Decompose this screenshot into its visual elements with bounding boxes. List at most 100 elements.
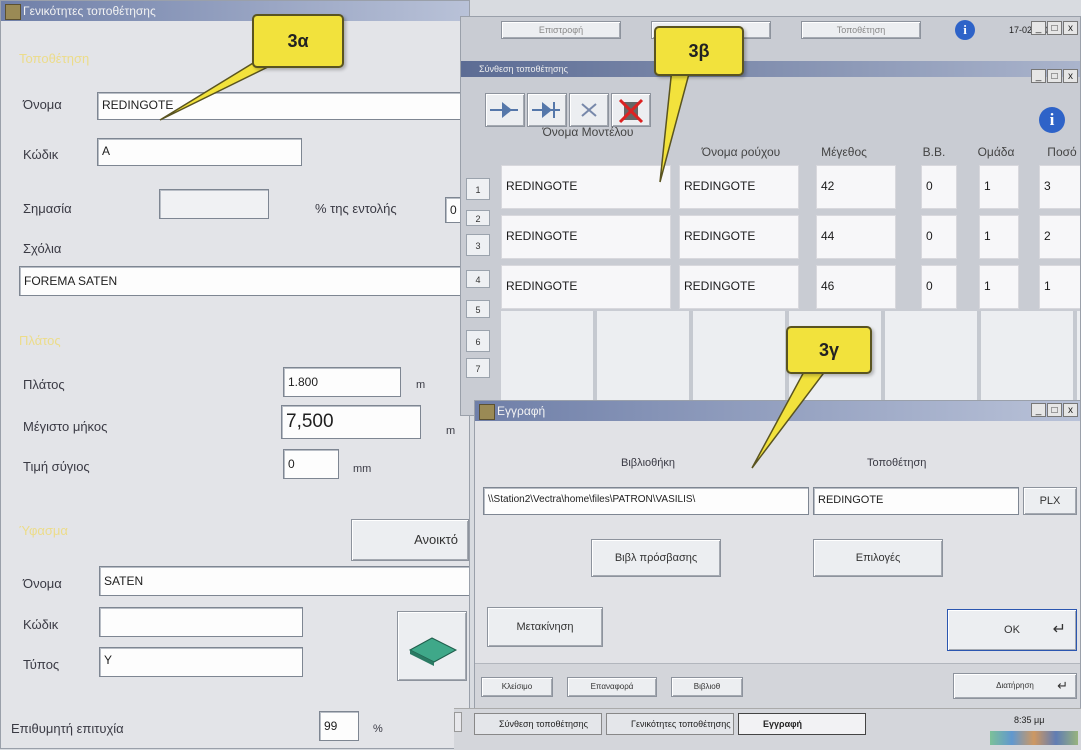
open-button[interactable]: Ανοικτό <box>351 519 469 561</box>
dialog-minimize-icon[interactable]: _ <box>1031 403 1046 417</box>
table-cell[interactable]: 1 <box>979 215 1019 259</box>
inner-maximize-icon[interactable]: □ <box>1047 69 1062 83</box>
table-cell[interactable]: 42 <box>816 165 896 209</box>
table-cell[interactable]: REDINGOTE <box>501 215 671 259</box>
section-width-heading: Πλάτος <box>19 333 61 348</box>
library-path-field[interactable]: \\Station2\Vectra\home\files\PATRON\VASI… <box>483 487 809 515</box>
info-icon[interactable]: i <box>955 20 975 40</box>
move-right-button[interactable] <box>485 93 525 127</box>
library-access-button[interactable]: Βιβλ πρόσβασης <box>591 539 721 577</box>
placement-name-field[interactable]: REDINGOTE <box>813 487 1019 515</box>
row-number[interactable]: 4 <box>466 270 490 288</box>
code-field[interactable]: A <box>97 138 302 166</box>
type-field[interactable]: Y <box>99 647 303 677</box>
maximize-icon[interactable]: □ <box>1047 21 1062 35</box>
table-cell[interactable]: REDINGOTE <box>501 165 671 209</box>
choices-button[interactable]: Επιλογές <box>813 539 943 577</box>
row-number[interactable]: 7 <box>466 358 490 378</box>
arrow-end-icon <box>532 102 560 118</box>
efficiency-field[interactable]: 99 <box>319 711 359 741</box>
outer-window-buttons: _ □ x <box>1031 21 1078 35</box>
close-icon[interactable]: x <box>1063 21 1078 35</box>
inner-window-buttons: _ □ x <box>1031 69 1078 83</box>
fabric-code-field[interactable] <box>99 607 303 637</box>
callout-3c: 3γ <box>786 326 872 374</box>
name-field[interactable]: REDINGOTE <box>97 92 469 120</box>
marking-field[interactable] <box>159 189 269 219</box>
library-button[interactable]: Βιβλιοθ <box>671 677 743 697</box>
delete-button[interactable] <box>611 93 651 127</box>
table-cell[interactable]: 1 <box>979 265 1019 309</box>
taskbar-item-composition[interactable]: Σύνθεση τοποθέτησης <box>474 713 602 735</box>
delete-icon <box>618 98 644 124</box>
arrow-right-icon <box>490 102 518 118</box>
width-field[interactable]: 1.800 <box>283 367 401 397</box>
header-bb: Β.Β. <box>922 145 946 159</box>
table-cell[interactable]: 0 <box>921 265 957 309</box>
taskbar-item-general[interactable]: Γενικότητες τοποθέτησης <box>606 713 734 735</box>
enter-icon: ↵ <box>1057 678 1068 693</box>
inner-minimize-icon[interactable]: _ <box>1031 69 1046 83</box>
placement-composition-window: Επιστροφή Συνθέτης Τοποθέτηση i 17-02-20… <box>460 16 1081 416</box>
tolerance-unit: mm <box>353 463 372 475</box>
remove-row-button[interactable] <box>569 93 609 127</box>
row-number[interactable]: 3 <box>466 234 490 256</box>
enter-icon: ↵ <box>1052 621 1066 638</box>
inner-title: Σύνθεση τοποθέτησης <box>479 64 568 74</box>
window-title: Γενικότητες τοποθέτησης <box>23 4 156 18</box>
row-number[interactable]: 2 <box>466 210 490 226</box>
table-cell[interactable]: 44 <box>816 215 896 259</box>
move-button[interactable]: Μετακίνηση <box>487 607 603 647</box>
tolerance-field[interactable]: 0 <box>283 449 339 479</box>
fabric-name-field[interactable]: SATEN <box>99 566 469 596</box>
restore-button[interactable]: Επαναφορά <box>567 677 657 697</box>
comments-label: Σχόλια <box>23 241 62 256</box>
dialog-close-icon[interactable]: x <box>1063 403 1078 417</box>
table-cell[interactable]: 46 <box>816 265 896 309</box>
ok-button[interactable]: OK ↵ <box>947 609 1077 651</box>
inner-close-icon[interactable]: x <box>1063 69 1078 83</box>
tolerance-label: Τιμή σύγιος <box>23 459 90 474</box>
marking-label: Σημασία <box>23 201 72 216</box>
row-number[interactable]: 6 <box>466 330 490 352</box>
table-cell[interactable]: REDINGOTE <box>501 265 671 309</box>
table-cell[interactable]: REDINGOTE <box>679 265 799 309</box>
dialog-title: Εγγραφή <box>497 404 546 418</box>
extension-button[interactable]: PLX <box>1023 487 1077 515</box>
placement-general-titlebar: Γενικότητες τοποθέτησης <box>1 1 469 21</box>
section-placement-heading: Τοποθέτηση <box>19 51 90 66</box>
keep-button[interactable]: Διατήρηση ↵ <box>953 673 1077 699</box>
row-number[interactable]: 1 <box>466 178 490 200</box>
taskbar-clock: 8:35 μμ <box>1014 715 1045 725</box>
table-cell[interactable]: 3 <box>1039 165 1080 209</box>
table-cell[interactable]: 1 <box>979 165 1019 209</box>
max-length-unit: m <box>446 425 456 437</box>
max-length-label: Μέγιστο μήκος <box>23 419 108 434</box>
table-cell[interactable]: REDINGOTE <box>679 215 799 259</box>
table-cell[interactable]: 0 <box>921 165 957 209</box>
ok-label: OK <box>1004 624 1020 636</box>
table-cell[interactable]: 0 <box>921 215 957 259</box>
efficiency-label: Επιθυμητή επιτυχία <box>11 721 124 736</box>
dialog-app-icon <box>479 404 495 420</box>
tab-return[interactable]: Επιστροφή <box>501 21 621 39</box>
tab-placement[interactable]: Τοποθέτηση <box>801 21 921 39</box>
inner-titlebar: Σύνθεση τοποθέτησης <box>461 61 1080 77</box>
taskbar-item-save[interactable]: Εγγραφή <box>738 713 866 735</box>
placement-label: Τοποθέτηση <box>867 457 927 469</box>
dialog-maximize-icon[interactable]: □ <box>1047 403 1062 417</box>
section-fabric-heading: Ύφασμα <box>19 523 68 538</box>
move-end-button[interactable] <box>527 93 567 127</box>
close-button[interactable]: Κλείσιμο <box>481 677 553 697</box>
fabric-preview-button[interactable] <box>397 611 467 681</box>
taskbar-left-edge <box>454 712 462 732</box>
table-cell[interactable]: 2 <box>1039 215 1080 259</box>
minimize-icon[interactable]: _ <box>1031 21 1046 35</box>
taskbar: Σύνθεση τοποθέτησης Γενικότητες τοποθέτη… <box>454 708 1081 750</box>
max-length-field[interactable]: 7,500 <box>281 405 421 439</box>
info-icon-2[interactable]: i <box>1039 107 1065 133</box>
comments-field[interactable]: FOREMA SATEN <box>19 266 469 296</box>
table-cell[interactable]: REDINGOTE <box>679 165 799 209</box>
row-number[interactable]: 5 <box>466 300 490 318</box>
table-cell[interactable]: 1 <box>1039 265 1080 309</box>
